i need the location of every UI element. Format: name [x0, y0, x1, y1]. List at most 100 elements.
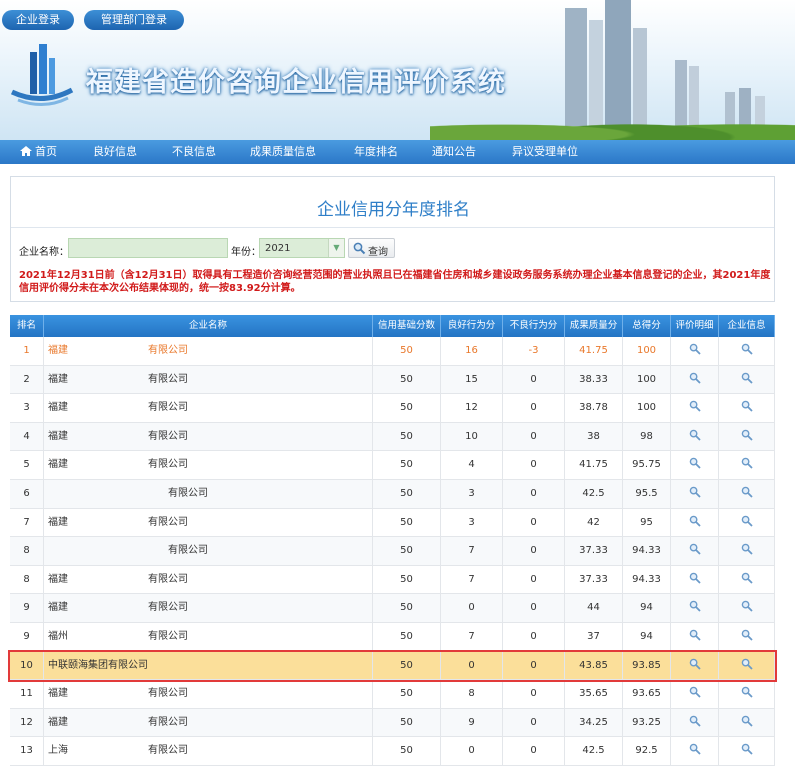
table-row[interactable]: 6 有限公司 50 3 0 42.5 95.5: [10, 480, 775, 509]
nav-quality-info[interactable]: 成果质量信息: [250, 140, 316, 164]
dept-login-button[interactable]: 管理部门登录: [84, 10, 184, 30]
notice-text: 2021年12月31日前（含12月31日）取得具有工程造价咨询经营范围的营业执照…: [19, 270, 771, 294]
company-info-link[interactable]: [719, 451, 775, 480]
magnifier-icon[interactable]: [689, 539, 701, 555]
evaluation-detail-link[interactable]: [671, 623, 719, 651]
magnifier-icon[interactable]: [741, 739, 753, 756]
good-cell: 12: [441, 394, 503, 423]
magnifier-icon[interactable]: [741, 453, 753, 470]
company-info-link[interactable]: [719, 394, 775, 423]
magnifier-icon[interactable]: [689, 596, 701, 613]
evaluation-detail-link[interactable]: [671, 337, 719, 365]
bad-cell: -3: [503, 337, 565, 365]
company-name-suffix: 有限公司: [148, 430, 188, 442]
company-info-link[interactable]: [719, 508, 775, 537]
bad-cell: 0: [503, 537, 565, 566]
evaluation-detail-link[interactable]: [671, 680, 719, 709]
magnifier-icon[interactable]: [689, 453, 701, 470]
company-info-link[interactable]: [719, 565, 775, 594]
magnifier-icon[interactable]: [689, 368, 701, 384]
query-button[interactable]: 查询: [348, 238, 395, 258]
magnifier-icon[interactable]: [689, 425, 701, 441]
magnifier-icon[interactable]: [689, 654, 701, 670]
table-row[interactable]: 3 福建 有限公司 50 12 0 38.78 100: [10, 394, 775, 423]
evaluation-detail-link[interactable]: [671, 422, 719, 451]
magnifier-icon[interactable]: [689, 625, 701, 641]
table-row[interactable]: 9 福州 有限公司 50 7 0 37 94: [10, 623, 775, 652]
magnifier-icon[interactable]: [741, 568, 753, 584]
company-info-link[interactable]: [719, 651, 775, 680]
magnifier-icon[interactable]: [689, 711, 701, 727]
evaluation-detail-link[interactable]: [671, 537, 719, 566]
company-info-link[interactable]: [719, 480, 775, 508]
company-info-link[interactable]: [719, 594, 775, 623]
magnifier-icon[interactable]: [741, 425, 753, 441]
magnifier-icon[interactable]: [689, 482, 701, 498]
evaluation-detail-link[interactable]: [671, 451, 719, 480]
rank-cell: 9: [10, 594, 44, 623]
table-row[interactable]: 10 中联颐海集团有限公司 50 0 0 43.85 93.85: [8, 649, 777, 683]
magnifier-icon[interactable]: [741, 682, 753, 698]
company-name-input[interactable]: [68, 238, 228, 258]
company-info-link[interactable]: [719, 737, 775, 766]
magnifier-icon[interactable]: [741, 625, 753, 641]
table-row[interactable]: 13 上海 有限公司 50 0 0 42.5 92.5: [10, 737, 775, 766]
magnifier-icon[interactable]: [689, 568, 701, 584]
evaluation-detail-link[interactable]: [671, 365, 719, 394]
nav-notices[interactable]: 通知公告: [432, 140, 476, 164]
rank-cell: 7: [10, 508, 44, 537]
good-cell: 8: [441, 680, 503, 709]
company-info-link[interactable]: [719, 537, 775, 566]
company-info-link[interactable]: [719, 623, 775, 651]
evaluation-detail-link[interactable]: [671, 651, 719, 680]
magnifier-icon[interactable]: [741, 339, 753, 355]
table-row[interactable]: 11 福建 有限公司 50 8 0 35.65 93.65: [10, 680, 775, 709]
company-info-link[interactable]: [719, 422, 775, 451]
table-row[interactable]: 4 福建 有限公司 50 10 0 38 98: [10, 422, 775, 452]
year-label: 年份：: [231, 247, 261, 258]
evaluation-detail-link[interactable]: [671, 508, 719, 537]
table-row[interactable]: 12 福建 有限公司 50 9 0 34.25 93.25: [10, 708, 775, 738]
magnifier-icon[interactable]: [741, 596, 753, 613]
quality-cell: 37: [565, 623, 623, 651]
magnifier-icon[interactable]: [689, 339, 701, 355]
magnifier-icon[interactable]: [689, 739, 701, 756]
nav-bad-info[interactable]: 不良信息: [172, 140, 216, 164]
table-row[interactable]: 7 福建 有限公司 50 3 0 42 95: [10, 508, 775, 538]
year-select[interactable]: 2021 ▼: [259, 238, 345, 258]
evaluation-detail-link[interactable]: [671, 708, 719, 737]
magnifier-icon[interactable]: [741, 539, 753, 555]
evaluation-detail-link[interactable]: [671, 737, 719, 766]
nav-annual-ranking[interactable]: 年度排名: [354, 140, 398, 164]
evaluation-detail-link[interactable]: [671, 394, 719, 423]
table-row[interactable]: 8 福建 有限公司 50 7 0 37.33 94.33: [10, 565, 775, 595]
table-row[interactable]: 9 福建 有限公司 50 0 0 44 94: [10, 594, 775, 623]
company-name-cell: 上海 有限公司: [44, 737, 373, 766]
evaluation-detail-link[interactable]: [671, 594, 719, 623]
magnifier-icon[interactable]: [741, 368, 753, 384]
magnifier-icon[interactable]: [741, 711, 753, 727]
table-row[interactable]: 5 福建 有限公司 50 4 0 41.75 95.75: [10, 451, 775, 480]
evaluation-detail-link[interactable]: [671, 480, 719, 508]
total-cell: 94.33: [623, 565, 671, 594]
company-login-button[interactable]: 企业登录: [2, 10, 74, 30]
company-info-link[interactable]: [719, 680, 775, 709]
table-row[interactable]: 1 福建 有限公司 50 16 -3 41.75 100: [10, 337, 775, 366]
nav-home[interactable]: 首页: [20, 140, 57, 164]
nav-good-info[interactable]: 良好信息: [93, 140, 137, 164]
magnifier-icon[interactable]: [741, 482, 753, 498]
evaluation-detail-link[interactable]: [671, 565, 719, 594]
company-info-link[interactable]: [719, 708, 775, 737]
nav-objection-units[interactable]: 异议受理单位: [512, 140, 578, 164]
magnifier-icon[interactable]: [741, 654, 753, 670]
company-info-link[interactable]: [719, 337, 775, 365]
magnifier-icon[interactable]: [741, 511, 753, 527]
magnifier-icon[interactable]: [689, 396, 701, 412]
company-info-link[interactable]: [719, 365, 775, 394]
table-row[interactable]: 8 有限公司 50 7 0 37.33 94.33: [10, 537, 775, 566]
total-cell: 95.75: [623, 451, 671, 480]
magnifier-icon[interactable]: [741, 396, 753, 412]
magnifier-icon[interactable]: [689, 682, 701, 698]
table-row[interactable]: 2 福建 有限公司 50 15 0 38.33 100: [10, 365, 775, 395]
magnifier-icon[interactable]: [689, 511, 701, 527]
